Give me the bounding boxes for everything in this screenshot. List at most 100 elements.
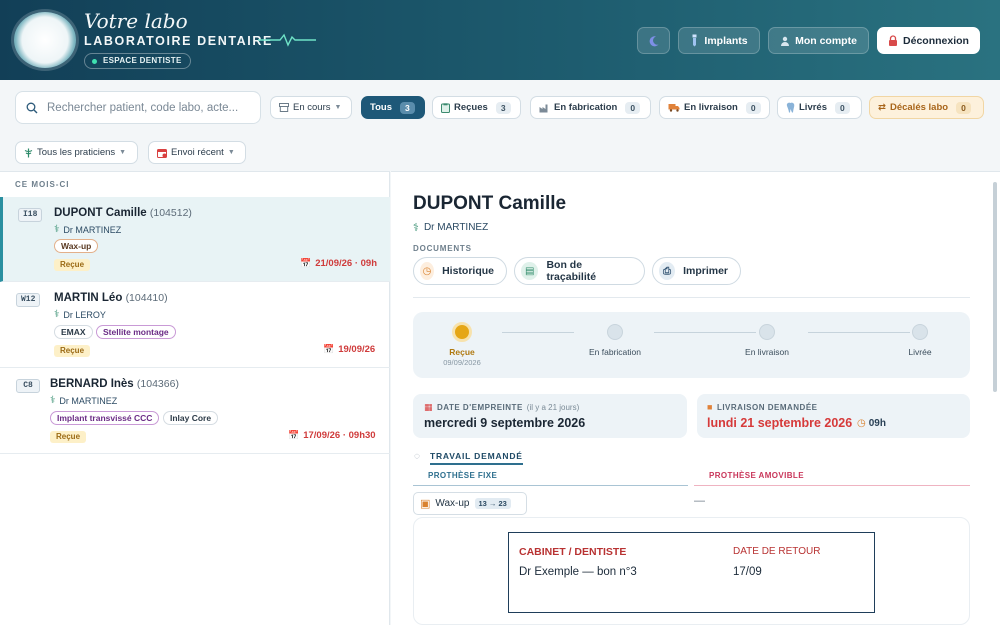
tab-lab-delayed[interactable]: ⇄ Décalés labo 0 [869,96,984,119]
implants-button[interactable]: Implants [678,27,760,54]
search-input[interactable] [47,101,247,114]
calendar-icon [157,148,167,158]
chevron-down-icon: ▼ [227,149,235,156]
patient-name-text: BERNARD Inès [50,378,134,390]
calendar-icon: ▦ [424,402,434,412]
tab-all[interactable]: Tous 3 [361,96,425,119]
work-requested-label: TRAVAIL DEMANDÉ [430,451,523,465]
doctor-line: ⚕ Dr LEROY [54,309,106,320]
doctor-name: Dr LEROY [63,309,106,320]
space-badge: ESPACE DENTISTE [84,53,191,69]
list-item[interactable]: W12 MARTIN Léo (104410) ⚕ Dr LEROY EMAX … [0,282,390,368]
divider [694,485,970,486]
work-tag: Stellite montage [96,325,176,339]
caduceus-icon: ⚕ [413,222,419,234]
status-badge: Reçue [50,431,87,443]
print-button[interactable]: ⎙ Imprimer [652,257,741,285]
removable-prosthesis-label: PROTHÈSE AMOVIBLE [709,471,804,480]
moon-icon [649,35,658,46]
documents-label: DOCUMENTS [413,244,472,253]
impression-label: ▦ DATE D'EMPREINTE (il y a 21 jours) [424,402,579,413]
tooth-icon [786,102,795,113]
due-date: 📅 19/09/26 [323,344,375,355]
caduceus-icon: ⚕ [54,309,60,320]
user-icon [781,36,790,46]
detail-patient-name: DUPONT Camille [413,193,567,214]
implants-label: Implants [704,34,748,47]
calendar-icon: 📅 [323,344,335,354]
tooth-code: C8 [16,379,40,393]
account-button[interactable]: Mon compte [768,27,869,54]
practitioner-select[interactable]: Tous les praticiens ▼ [15,141,138,164]
delivery-label-text: LIVRAISON DEMANDÉE [716,402,818,412]
lock-icon [889,35,898,46]
caduceus-icon: ⚕ [50,395,56,406]
delivery-label: ■ LIVRAISON DEMANDÉE [707,402,818,412]
tab-label: En livraison [684,102,738,113]
tracker-line [808,332,910,333]
implant-icon [692,34,697,47]
detail-doctor-name: Dr MARTINEZ [423,222,489,233]
theme-toggle-button[interactable] [637,27,670,54]
tab-in-production[interactable]: En fabrication 0 [530,96,651,119]
list-item[interactable]: I18 DUPONT Camille (104512) ⚕ Dr MARTINE… [0,197,390,282]
patient-code: (104410) [125,292,168,304]
logout-label: Déconnexion [903,34,969,47]
due-date-text: 19/09/26 [338,344,376,355]
truck-icon: ■ [707,402,713,412]
delivery-date: lundi 21 septembre 2026 [707,416,853,430]
list-item[interactable]: C8 BERNARD Inès (104366) ⚕ Dr MARTINEZ I… [0,368,390,454]
fixed-prosthesis-label: PROTHÈSE FIXE [428,471,498,480]
tab-delivered[interactable]: Livrés 0 [777,96,862,119]
status-badge: Reçue [54,345,91,357]
tracker-line [654,332,756,333]
tab-received[interactable]: Reçues 3 [432,96,521,119]
list-section-label: CE MOIS-CI [15,180,70,189]
tooth-code: I18 [18,208,43,222]
divider [413,297,970,298]
practitioner-select-value: Tous les praticiens [37,147,116,158]
patient-code: (104512) [149,207,192,219]
tab-label: Décalés labo [889,102,949,113]
work-tag: Inlay Core [163,411,219,425]
tab-in-delivery[interactable]: En livraison 0 [659,96,770,119]
tooth-icon: ◌ [414,451,420,462]
clipboard-icon [441,102,450,113]
swap-icon: ⇄ [878,102,886,113]
lab-logo [14,12,76,68]
app-header: Votre labo LABORATOIRE DENTAIRE ESPACE D… [0,0,1000,80]
tooth-code: W12 [16,293,41,307]
patient-name-text: DUPONT Camille [54,207,147,219]
due-date: 📅 17/09/26 · 09h30 [288,430,376,441]
tab-label: Livrés [799,102,827,113]
status-select[interactable]: En cours ▼ [270,96,352,119]
tab-count: 0 [745,101,761,114]
traceability-button[interactable]: ▤ Bon de traçabilité [514,257,645,285]
divider [413,485,688,486]
history-button[interactable]: ◷ Historique [413,257,507,285]
logout-button[interactable]: Déconnexion [877,27,980,54]
truck-icon [668,104,680,112]
box-icon [279,103,289,112]
step-dot-received [452,322,472,342]
work-item-chip[interactable]: ▣ Wax-up 13 → 23 [413,492,527,515]
patient-code: (104366) [136,378,179,390]
search-box[interactable] [15,91,261,124]
step-label: En fabrication [589,347,641,357]
tooth-icon: ▣ [420,498,431,510]
tab-count: 3 [400,101,415,114]
step-dot-delivered [912,324,928,340]
scrollbar[interactable] [993,182,997,392]
preview-return-label: DATE DE RETOUR [733,546,821,557]
sort-select[interactable]: Envoi récent ▼ [148,141,246,164]
tab-count: 0 [835,101,850,114]
step-dot-delivery [759,324,775,340]
preview-cabinet-value: Dr Exemple — bon n°3 [519,566,637,578]
tooth-range: 13 → 23 [474,498,511,509]
caduceus-icon: ⚕ [54,224,60,235]
work-tag: Implant transvissé CCC [50,411,160,425]
history-label: Historique [442,265,494,277]
step-label: Reçue [449,347,475,357]
due-date-text: 21/09/26 · 09h [315,258,378,269]
doctor-name: Dr MARTINEZ [63,224,122,235]
